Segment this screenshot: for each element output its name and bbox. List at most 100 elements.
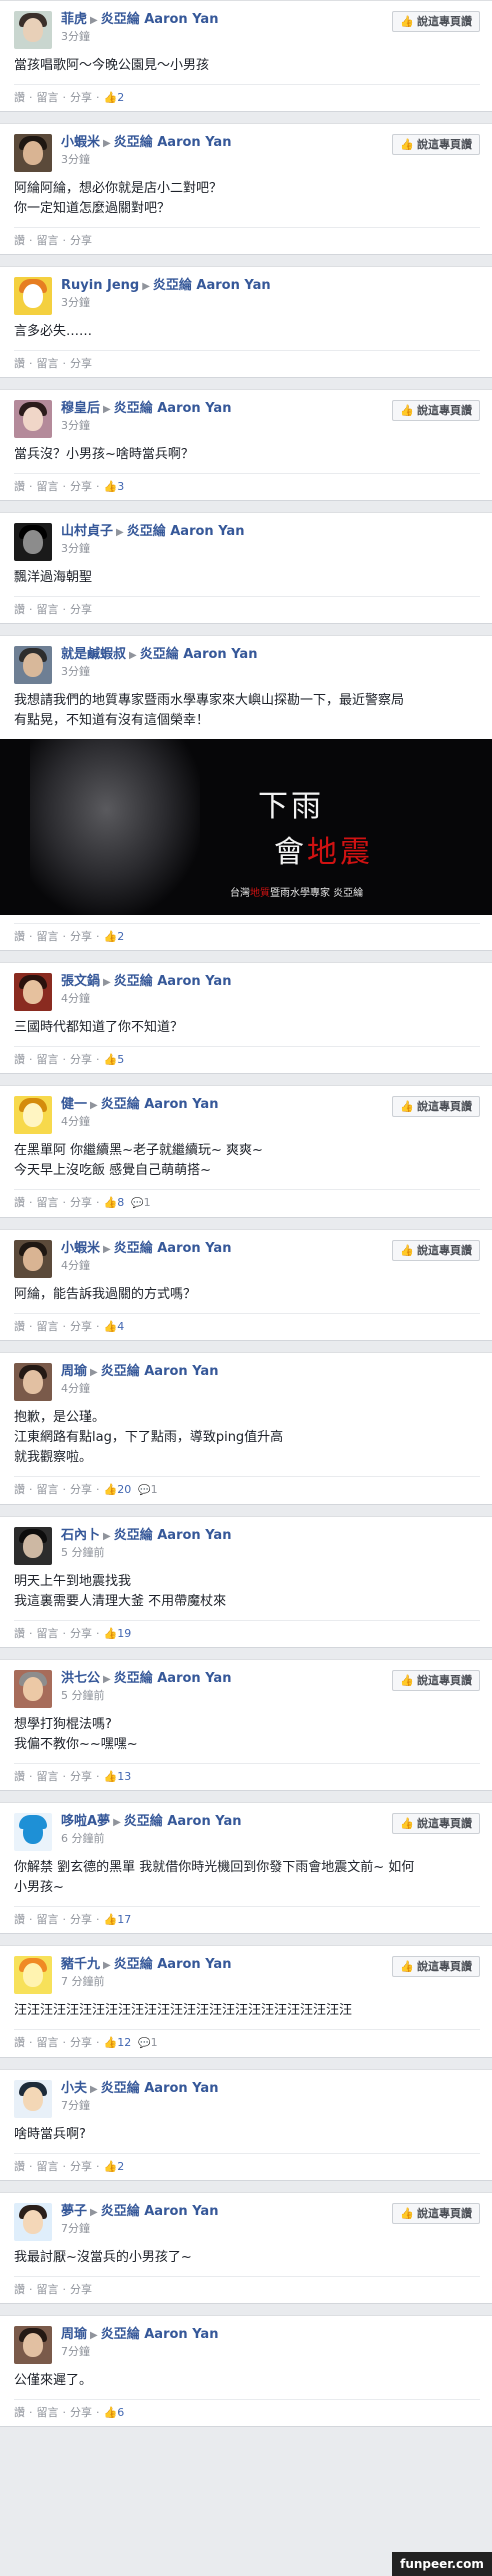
like-action[interactable]: 讚 xyxy=(14,1196,25,1209)
target-page-link[interactable]: 炎亞綸 Aaron Yan xyxy=(114,135,232,150)
share-action[interactable]: 分享 xyxy=(70,2160,92,2173)
like-action[interactable]: 讚 xyxy=(14,1320,25,1333)
target-page-link[interactable]: 炎亞綸 Aaron Yan xyxy=(101,2204,219,2219)
share-action[interactable]: 分享 xyxy=(70,1483,92,1496)
target-page-link[interactable]: 炎亞綸 Aaron Yan xyxy=(114,1671,232,1686)
like-action[interactable]: 讚 xyxy=(14,357,25,370)
like-count[interactable]: 👍6 xyxy=(104,2406,125,2419)
author-link[interactable]: 小蝦米 xyxy=(61,135,100,150)
like-count[interactable]: 👍5 xyxy=(104,1053,125,1066)
like-page-button[interactable]: 👍 說這專頁讚 xyxy=(392,134,480,155)
like-action[interactable]: 讚 xyxy=(14,2406,25,2419)
target-page-link[interactable]: 炎亞綸 Aaron Yan xyxy=(114,1528,232,1543)
timestamp[interactable]: 7分鐘 xyxy=(61,2344,480,2360)
comment-action[interactable]: 留言 xyxy=(37,2283,59,2296)
share-action[interactable]: 分享 xyxy=(70,480,92,493)
avatar[interactable] xyxy=(14,277,52,315)
like-count[interactable]: 👍3 xyxy=(104,480,125,493)
like-action[interactable]: 讚 xyxy=(14,480,25,493)
share-action[interactable]: 分享 xyxy=(70,1770,92,1783)
share-action[interactable]: 分享 xyxy=(70,2406,92,2419)
like-count[interactable]: 👍13 xyxy=(104,1770,132,1783)
attached-image[interactable]: 下雨 會地震 台灣地質暨雨水學專家 炎亞綸 xyxy=(0,739,492,915)
timestamp[interactable]: 3分鐘 xyxy=(61,664,480,680)
like-action[interactable]: 讚 xyxy=(14,1053,25,1066)
author-link[interactable]: 穆皇后 xyxy=(61,401,100,416)
author-link[interactable]: 石內卜 xyxy=(61,1528,100,1543)
share-action[interactable]: 分享 xyxy=(70,357,92,370)
avatar[interactable] xyxy=(14,134,52,172)
comment-action[interactable]: 留言 xyxy=(37,1320,59,1333)
like-action[interactable]: 讚 xyxy=(14,2283,25,2296)
like-page-button[interactable]: 👍 說這專頁讚 xyxy=(392,400,480,421)
avatar[interactable] xyxy=(14,2326,52,2364)
like-count[interactable]: 👍17 xyxy=(104,1913,132,1926)
like-count[interactable]: 👍2 xyxy=(104,2160,125,2173)
like-count[interactable]: 👍2 xyxy=(104,91,125,104)
share-action[interactable]: 分享 xyxy=(70,2283,92,2296)
timestamp[interactable]: 3分鐘 xyxy=(61,295,480,311)
target-page-link[interactable]: 炎亞綸 Aaron Yan xyxy=(101,2081,219,2096)
like-count[interactable]: 👍4 xyxy=(104,1320,125,1333)
like-action[interactable]: 讚 xyxy=(14,234,25,247)
like-page-button[interactable]: 👍 說這專頁讚 xyxy=(392,1670,480,1691)
like-action[interactable]: 讚 xyxy=(14,603,25,616)
target-page-link[interactable]: 炎亞綸 Aaron Yan xyxy=(101,2327,219,2342)
avatar[interactable] xyxy=(14,2203,52,2241)
target-page-link[interactable]: 炎亞綸 Aaron Yan xyxy=(101,1097,219,1112)
comment-action[interactable]: 留言 xyxy=(37,1053,59,1066)
comment-action[interactable]: 留言 xyxy=(37,1913,59,1926)
author-link[interactable]: 夢子 xyxy=(61,2204,87,2219)
timestamp[interactable]: 5 分鐘前 xyxy=(61,1545,480,1561)
target-page-link[interactable]: 炎亞綸 Aaron Yan xyxy=(140,647,258,662)
comment-action[interactable]: 留言 xyxy=(37,91,59,104)
like-action[interactable]: 讚 xyxy=(14,2160,25,2173)
like-action[interactable]: 讚 xyxy=(14,1770,25,1783)
target-page-link[interactable]: 炎亞綸 Aaron Yan xyxy=(101,1364,219,1379)
author-link[interactable]: 哆啦A夢 xyxy=(61,1814,110,1829)
author-link[interactable]: 菲虎 xyxy=(61,12,87,27)
like-action[interactable]: 讚 xyxy=(14,1627,25,1640)
comment-action[interactable]: 留言 xyxy=(37,234,59,247)
share-action[interactable]: 分享 xyxy=(70,2036,92,2049)
reply-count[interactable]: 💬1 xyxy=(128,1196,150,1209)
like-action[interactable]: 讚 xyxy=(14,91,25,104)
comment-action[interactable]: 留言 xyxy=(37,2160,59,2173)
share-action[interactable]: 分享 xyxy=(70,1913,92,1926)
author-link[interactable]: 周瑜 xyxy=(61,1364,87,1379)
target-page-link[interactable]: 炎亞綸 Aaron Yan xyxy=(101,12,219,27)
comment-action[interactable]: 留言 xyxy=(37,1770,59,1783)
target-page-link[interactable]: 炎亞綸 Aaron Yan xyxy=(114,974,232,989)
comment-action[interactable]: 留言 xyxy=(37,930,59,943)
share-action[interactable]: 分享 xyxy=(70,1053,92,1066)
author-link[interactable]: 山村貞子 xyxy=(61,524,113,539)
author-link[interactable]: 就是鹹蝦叔 xyxy=(61,647,126,662)
share-action[interactable]: 分享 xyxy=(70,234,92,247)
avatar[interactable] xyxy=(14,1670,52,1708)
share-action[interactable]: 分享 xyxy=(70,930,92,943)
author-link[interactable]: 張文鍋 xyxy=(61,974,100,989)
avatar[interactable] xyxy=(14,2080,52,2118)
comment-action[interactable]: 留言 xyxy=(37,603,59,616)
author-link[interactable]: 小夫 xyxy=(61,2081,87,2096)
comment-action[interactable]: 留言 xyxy=(37,2036,59,2049)
like-action[interactable]: 讚 xyxy=(14,1913,25,1926)
like-count[interactable]: 👍20 xyxy=(104,1483,132,1496)
author-link[interactable]: Ruyin Jeng xyxy=(61,278,139,293)
share-action[interactable]: 分享 xyxy=(70,603,92,616)
share-action[interactable]: 分享 xyxy=(70,1196,92,1209)
target-page-link[interactable]: 炎亞綸 Aaron Yan xyxy=(153,278,271,293)
reply-count[interactable]: 💬1 xyxy=(135,1483,157,1496)
like-action[interactable]: 讚 xyxy=(14,1483,25,1496)
avatar[interactable] xyxy=(14,11,52,49)
share-action[interactable]: 分享 xyxy=(70,1320,92,1333)
like-page-button[interactable]: 👍 說這專頁讚 xyxy=(392,1813,480,1834)
comment-action[interactable]: 留言 xyxy=(37,357,59,370)
target-page-link[interactable]: 炎亞綸 Aaron Yan xyxy=(127,524,245,539)
avatar[interactable] xyxy=(14,1527,52,1565)
avatar[interactable] xyxy=(14,1096,52,1134)
target-page-link[interactable]: 炎亞綸 Aaron Yan xyxy=(124,1814,242,1829)
share-action[interactable]: 分享 xyxy=(70,1627,92,1640)
like-page-button[interactable]: 👍 說這專頁讚 xyxy=(392,1956,480,1977)
comment-action[interactable]: 留言 xyxy=(37,2406,59,2419)
